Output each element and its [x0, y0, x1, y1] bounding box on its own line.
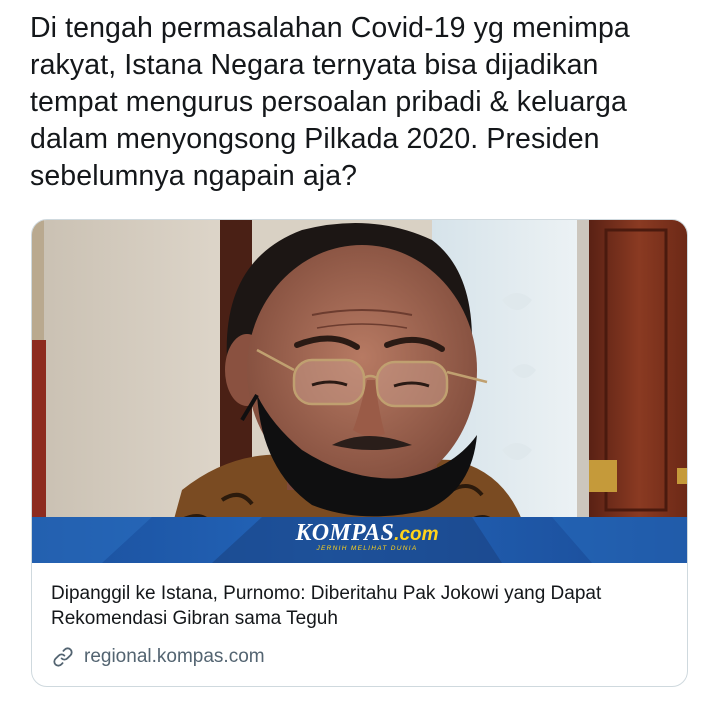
link-preview-card[interactable]: KOMPAS.com JERNIH MELIHAT DUNIA Dipanggi… [31, 219, 688, 687]
card-body[interactable]: Dipanggil ke Istana, Purnomo: Diberitahu… [32, 563, 687, 669]
link-icon [53, 647, 73, 667]
card-image[interactable]: KOMPAS.com JERNIH MELIHAT DUNIA [32, 220, 687, 563]
news-photo [32, 220, 687, 563]
kompas-logo-tagline: JERNIH MELIHAT DUNIA [316, 545, 418, 552]
card-title[interactable]: Dipanggil ke Istana, Purnomo: Diberitahu… [51, 581, 668, 631]
kompas-logo-suffix: .com [394, 524, 439, 545]
card-domain-text[interactable]: regional.kompas.com [84, 645, 265, 669]
kompas-logo: KOMPAS.com JERNIH MELIHAT DUNIA [287, 520, 447, 552]
kompas-logo-name: KOMPAS [295, 520, 395, 546]
card-domain[interactable]: regional.kompas.com [51, 645, 668, 669]
tweet-text: Di tengah permasalahan Covid-19 yg menim… [30, 12, 630, 192]
